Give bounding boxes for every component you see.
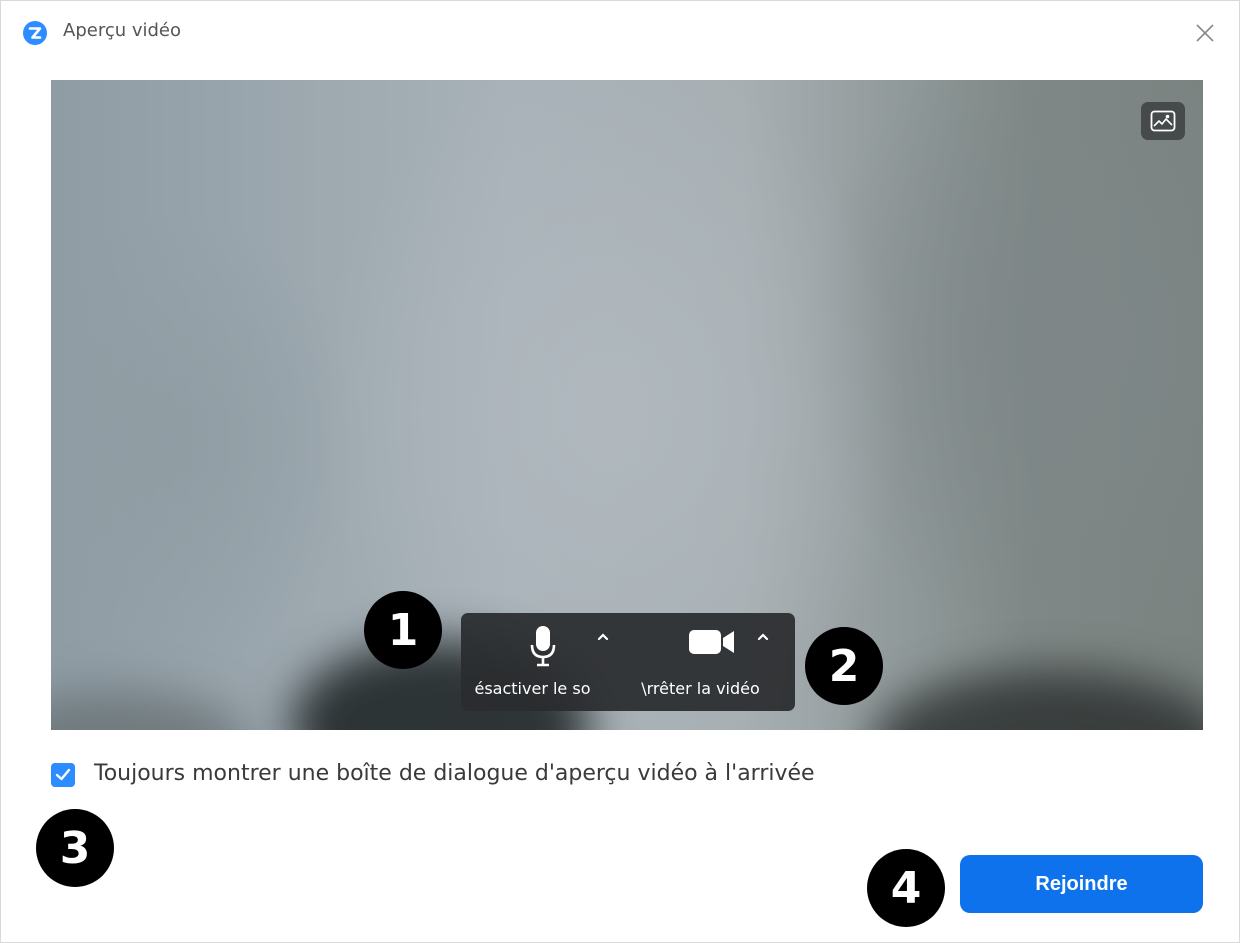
checkmark-icon [55,768,71,781]
close-button[interactable] [1187,15,1223,51]
video-preview-dialog: Aperçu vidéo ésactiver le so \rrêter la … [0,0,1240,943]
microphone-icon [530,626,556,667]
video-camera-icon [689,630,734,654]
annotation-marker-3: 3 [36,809,114,887]
close-icon [1196,24,1214,42]
mute-audio-label: ésactiver le so [474,679,591,698]
mute-audio-button[interactable]: ésactiver le so [461,613,628,711]
video-preview: ésactiver le so \rrêter la vidéo [51,80,1203,730]
chevron-up-icon[interactable] [593,627,613,647]
always-show-preview-label: Toujours montrer une boîte de dialogue d… [94,761,815,786]
window-title: Aperçu vidéo [63,20,182,41]
video-shadow-right [871,670,1203,730]
join-button[interactable]: Rejoindre [960,855,1203,913]
zoom-logo-icon [23,21,47,45]
annotation-marker-1: 1 [364,591,442,669]
always-show-preview-checkbox[interactable] [51,763,75,787]
preview-controls-bar: ésactiver le so \rrêter la vidéo [461,613,795,711]
stop-video-button[interactable]: \rrêter la vidéo [628,613,795,711]
virtual-background-button[interactable] [1141,102,1185,140]
stop-video-label: \rrêter la vidéo [641,679,760,698]
title-bar: Aperçu vidéo [1,1,1239,61]
virtual-background-icon [1150,110,1176,132]
annotation-marker-4: 4 [867,849,945,927]
video-shadow-bottom-left [51,690,251,730]
chevron-up-icon[interactable] [753,627,773,647]
annotation-marker-2: 2 [805,627,883,705]
